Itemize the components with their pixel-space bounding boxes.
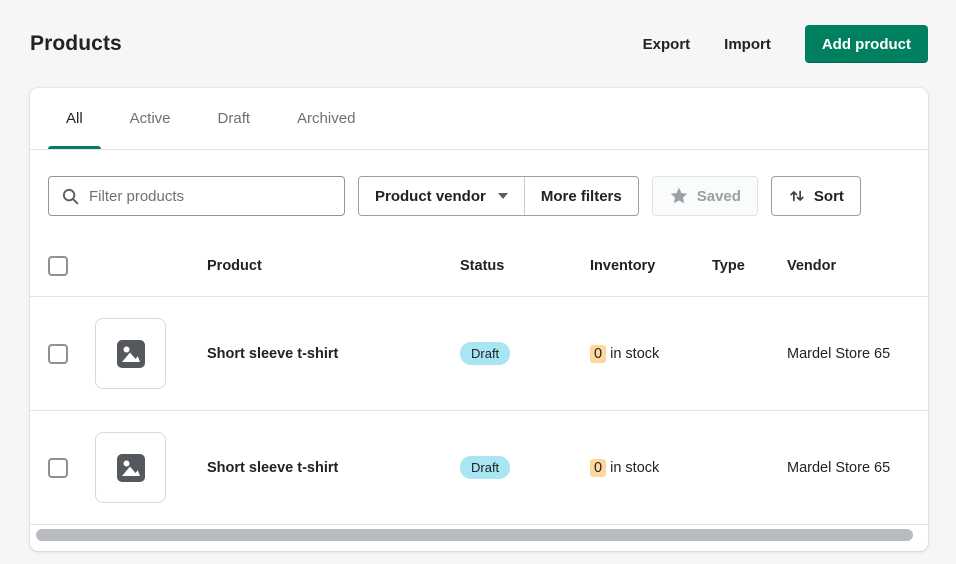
star-icon — [669, 186, 689, 206]
saved-button[interactable]: Saved — [652, 176, 758, 216]
product-title[interactable]: Short sleeve t-shirt — [207, 346, 460, 362]
chevron-down-icon — [498, 193, 508, 199]
tab-active[interactable]: Active — [112, 88, 189, 149]
import-button[interactable]: Import — [724, 36, 771, 53]
table-row[interactable]: Short sleeve t-shirt Draft 0 in stock Ma… — [30, 411, 928, 525]
tab-all[interactable]: All — [48, 88, 101, 149]
sort-arrows-icon — [788, 187, 806, 205]
product-vendor-filter-button[interactable]: Product vendor — [359, 177, 524, 215]
horizontal-scrollbar-track — [30, 529, 928, 541]
row-checkbox[interactable] — [48, 344, 68, 364]
column-header-vendor: Vendor — [787, 258, 910, 274]
products-card: All Active Draft Archived Product vendor… — [30, 88, 928, 551]
image-placeholder-icon — [116, 339, 146, 369]
more-filters-button[interactable]: More filters — [524, 177, 638, 215]
filter-button-group: Product vendor More filters — [358, 176, 639, 216]
sort-label: Sort — [814, 188, 844, 205]
search-icon — [61, 187, 80, 206]
table-row[interactable]: Short sleeve t-shirt Draft 0 in stock Ma… — [30, 297, 928, 411]
column-header-status: Status — [460, 258, 590, 274]
product-title[interactable]: Short sleeve t-shirt — [207, 460, 460, 476]
export-button[interactable]: Export — [643, 36, 691, 53]
page-title: Products — [30, 32, 122, 56]
row-checkbox[interactable] — [48, 458, 68, 478]
inventory-count: 0 — [590, 459, 606, 477]
more-filters-label: More filters — [541, 188, 622, 205]
vendor-cell: Mardel Store 65 — [787, 460, 910, 476]
product-thumbnail[interactable] — [95, 318, 166, 389]
filter-bar: Product vendor More filters Saved — [30, 150, 928, 236]
product-vendor-label: Product vendor — [375, 188, 486, 205]
horizontal-scrollbar-thumb[interactable] — [36, 529, 913, 541]
product-thumbnail[interactable] — [95, 432, 166, 503]
inventory-suffix: in stock — [610, 346, 659, 362]
filter-products-searchbox[interactable] — [48, 176, 345, 216]
page-header: Products Export Import Add product — [0, 0, 956, 88]
search-input[interactable] — [89, 188, 332, 205]
inventory-count: 0 — [590, 345, 606, 363]
status-badge: Draft — [460, 342, 510, 365]
tab-draft[interactable]: Draft — [200, 88, 269, 149]
table-header: Product Status Inventory Type Vendor — [30, 236, 928, 297]
inventory-suffix: in stock — [610, 460, 659, 476]
select-all-checkbox[interactable] — [48, 256, 68, 276]
column-header-product: Product — [207, 258, 460, 274]
image-placeholder-icon — [116, 453, 146, 483]
sort-button[interactable]: Sort — [771, 176, 861, 216]
tab-bar: All Active Draft Archived — [30, 88, 928, 150]
column-header-inventory: Inventory — [590, 258, 712, 274]
header-actions: Export Import Add product — [643, 25, 928, 63]
inventory-cell: 0 in stock — [590, 460, 712, 476]
vendor-cell: Mardel Store 65 — [787, 346, 910, 362]
tab-archived[interactable]: Archived — [279, 88, 373, 149]
inventory-cell: 0 in stock — [590, 346, 712, 362]
add-product-button[interactable]: Add product — [805, 25, 928, 63]
status-badge: Draft — [460, 456, 510, 479]
column-header-type: Type — [712, 258, 787, 274]
saved-label: Saved — [697, 188, 741, 205]
